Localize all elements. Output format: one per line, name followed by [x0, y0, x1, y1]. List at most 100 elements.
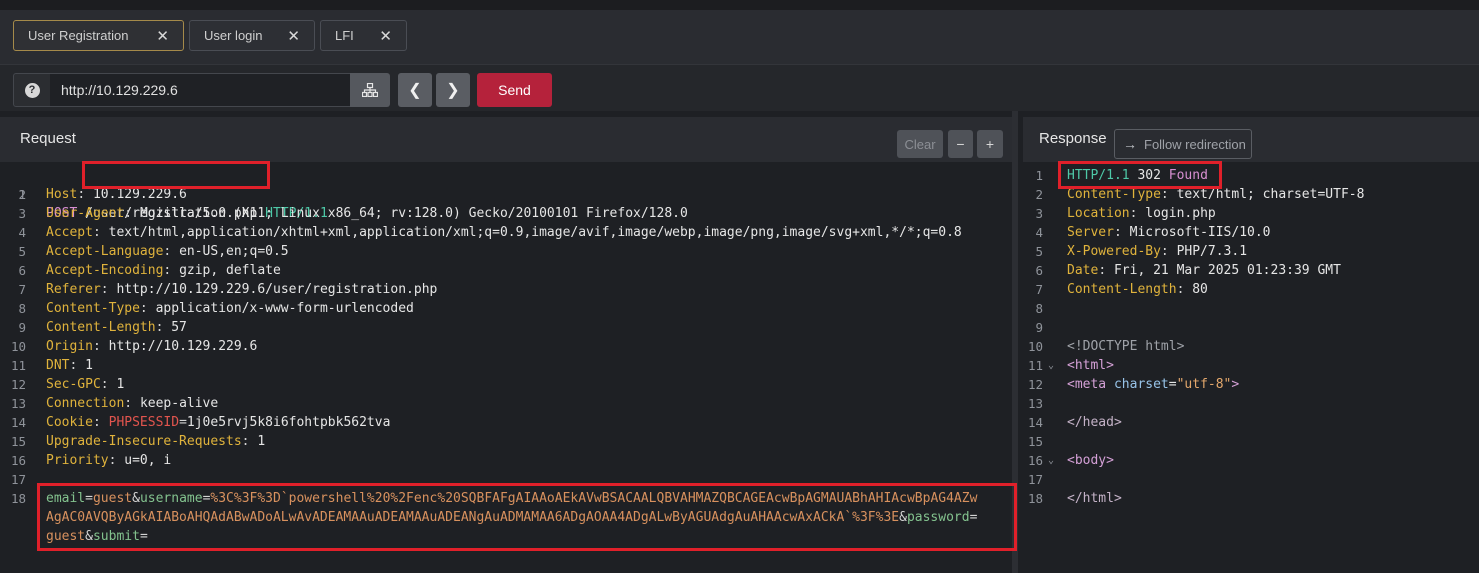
url-input[interactable]: http://10.129.229.6 — [50, 73, 351, 107]
header-name: Content-Length — [46, 320, 156, 335]
zoom-in-button[interactable]: + — [977, 130, 1003, 158]
header-value: Fri, 21 Mar 2025 01:23:39 GMT — [1113, 263, 1341, 278]
target-bar: ? http://10.129.229.6 ❮ ❯ Send — [0, 64, 1479, 111]
header-name: Location — [1067, 206, 1130, 221]
header-value: en-US,en;q=0.5 — [179, 244, 289, 259]
header-value: text/html,application/xhtml+xml,applicat… — [108, 225, 962, 240]
header-value: http://10.129.229.6 — [108, 339, 258, 354]
request-title: Request — [20, 130, 76, 147]
header-value: 1 — [85, 358, 93, 373]
tab-strip: User Registration ✕ User login ✕ LFI ✕ — [0, 0, 1479, 64]
header-name: User-Agent — [46, 206, 125, 221]
header-value: http://10.129.229.6/user/registration.ph… — [116, 282, 438, 297]
line-number: 8 — [18, 301, 26, 316]
line-number: 14 — [10, 415, 26, 430]
path-highlight-box — [82, 161, 270, 189]
line-number: 7 — [18, 282, 26, 297]
header-value: keep-alive — [139, 396, 219, 411]
line-number: 12 — [10, 377, 26, 392]
response-header: Response → Follow redirection — [1023, 117, 1479, 162]
header-value: text/html; charset=UTF-8 — [1176, 187, 1365, 202]
header-name: Connection — [46, 396, 125, 411]
attr-name: charset — [1113, 377, 1169, 392]
network-icon — [362, 83, 378, 97]
header-name: Date — [1067, 263, 1099, 278]
attr-value: "utf-8" — [1176, 377, 1232, 392]
tab-label: User Registration — [28, 28, 129, 43]
html-tag: </html> — [1067, 491, 1122, 506]
line-number: 11 — [1027, 358, 1043, 373]
line-number: 11 — [10, 358, 26, 373]
line-number: 10 — [1027, 339, 1043, 354]
header-name: Sec-GPC — [46, 377, 101, 392]
help-icon: ? — [24, 82, 40, 98]
header-value: gzip, deflate — [179, 263, 281, 278]
response-title: Response — [1039, 130, 1107, 147]
close-icon[interactable]: ✕ — [379, 27, 392, 45]
header-value: 10.129.229.6 — [92, 187, 187, 202]
chevron-right-icon: ❯ — [446, 82, 460, 99]
tab-lfi[interactable]: LFI ✕ — [320, 20, 407, 51]
line-number: 18 — [10, 491, 26, 506]
arrow-right-icon: → — [1123, 136, 1137, 152]
follow-redirection-button[interactable]: → Follow redirection — [1114, 129, 1252, 159]
forward-button[interactable]: ❯ — [436, 73, 470, 107]
line-number: 3 — [1035, 206, 1043, 221]
send-button[interactable]: Send — [477, 73, 552, 107]
chevron-left-icon: ❮ — [408, 82, 422, 99]
attr-equals: = — [1168, 377, 1177, 392]
help-button[interactable]: ? — [13, 73, 51, 107]
header-name: Accept — [46, 225, 93, 240]
line-number: 9 — [1035, 320, 1043, 335]
line-number: 17 — [10, 472, 26, 487]
header-name: X-Powered-By — [1067, 244, 1161, 259]
header-name: Accept-Language — [46, 244, 164, 259]
header-name: Content-Type — [1067, 187, 1161, 202]
header-name: DNT — [46, 358, 70, 373]
fold-chevron-icon[interactable]: ⌄ — [1048, 356, 1054, 375]
line-number: 10 — [10, 339, 26, 354]
close-icon[interactable]: ✕ — [156, 27, 169, 45]
zoom-out-button[interactable]: − — [948, 130, 973, 158]
header-name: Referer — [46, 282, 101, 297]
header-name: Cookie — [46, 415, 93, 430]
request-panel: Request Clear − + 1 POST /user/registrat… — [0, 111, 1018, 573]
header-value: Mozilla/5.0 (X11; Linux x86_64; rv:128.0… — [139, 206, 688, 221]
fold-chevron-icon[interactable]: ⌄ — [1048, 451, 1054, 470]
line-number: 8 — [1035, 301, 1043, 316]
line-number: 17 — [1027, 472, 1043, 487]
line-number: 5 — [18, 244, 26, 259]
tab-user-login[interactable]: User login ✕ — [189, 20, 315, 51]
doctype: <!DOCTYPE html> — [1067, 339, 1185, 354]
line-number: 16 — [1027, 453, 1043, 468]
header-value: u=0, i — [124, 453, 172, 468]
line-number: 6 — [18, 263, 26, 278]
header-name: Origin — [46, 339, 93, 354]
header-value: PHP/7.3.1 — [1176, 244, 1248, 259]
cookie-key: PHPSESSID — [108, 415, 180, 430]
line-number: 1 — [1035, 168, 1043, 183]
header-value: 1 — [257, 434, 266, 449]
line-number: 13 — [1027, 396, 1043, 411]
header-value: application/x-www-form-urlencoded — [155, 301, 414, 316]
line-number: 5 — [1035, 244, 1043, 259]
response-panel: Response → Follow redirection 1 HTTP/1.1 … — [1023, 111, 1479, 573]
html-tag: <html> — [1067, 358, 1114, 373]
line-number: 16 — [10, 453, 26, 468]
sitemap-button[interactable] — [350, 73, 390, 107]
clear-button[interactable]: Clear — [897, 130, 943, 158]
code-line: 1 POST /user/registration.php HTTP/1.1 — [0, 166, 327, 221]
tab-user-registration[interactable]: User Registration ✕ — [13, 20, 184, 51]
body-highlight-box — [37, 483, 1017, 551]
status-highlight-box — [1058, 161, 1222, 189]
header-name: Content-Type — [46, 301, 140, 316]
follow-redirection-label: Follow redirection — [1144, 136, 1246, 152]
header-name: Upgrade-Insecure-Requests — [46, 434, 242, 449]
header-value: login.php — [1145, 206, 1216, 221]
close-icon[interactable]: ✕ — [287, 27, 300, 45]
tab-label: LFI — [335, 28, 354, 43]
back-button[interactable]: ❮ — [398, 73, 432, 107]
line-number: 12 — [1027, 377, 1043, 392]
html-tag-close: > — [1231, 377, 1240, 392]
header-value: 80 — [1192, 282, 1208, 297]
